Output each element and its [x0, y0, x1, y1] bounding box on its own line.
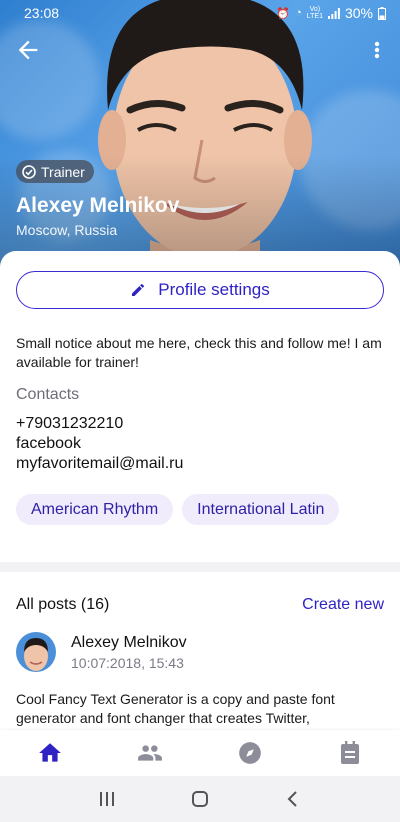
create-new-link[interactable]: Create new [302, 596, 384, 614]
network-indicator: Vo) LTE1 [306, 6, 323, 20]
post-author-name: Alexey Melnikov [71, 633, 187, 651]
tag-chip[interactable]: International Latin [182, 494, 340, 525]
recent-apps-icon [99, 792, 114, 806]
chevron-left-icon [287, 791, 298, 807]
contact-email[interactable]: myfavoritemail@mail.ru [16, 454, 384, 474]
role-badge: Trainer [16, 160, 94, 183]
check-circle-icon [22, 164, 36, 179]
home-square-icon [191, 791, 208, 807]
battery-level: 30% [344, 5, 373, 21]
profile-settings-button[interactable]: Profile settings [16, 271, 384, 309]
nav-home[interactable] [20, 733, 80, 773]
profile-location: Moscow, Russia [16, 222, 118, 238]
contacts-heading: Contacts [16, 386, 80, 403]
home-system-button[interactable] [180, 784, 220, 814]
more-vertical-icon [374, 41, 380, 59]
post-author[interactable]: Alexey Melnikov 10:07:2018, 15:43 [16, 632, 384, 672]
back-system-button[interactable] [273, 784, 313, 814]
people-icon [138, 745, 162, 761]
contact-phone[interactable]: +79031232210 [16, 414, 384, 434]
tag-chip[interactable]: American Rhythm [16, 494, 174, 525]
more-options-button[interactable] [372, 36, 382, 64]
contacts-list: +79031232210 facebook myfavoritemail@mai… [16, 414, 384, 474]
compass-icon [239, 742, 261, 764]
wifi-icon: ◔ [295, 7, 302, 19]
system-navigation-bar [0, 776, 400, 822]
dance-style-tags: American Rhythm International Latin [16, 494, 384, 525]
status-time: 23:08 [24, 5, 60, 21]
post-text: Cool Fancy Text Generator is a copy and … [16, 691, 335, 726]
home-icon [39, 743, 61, 762]
profile-settings-label: Profile settings [158, 280, 270, 299]
back-button[interactable] [14, 36, 42, 64]
posts-section: All posts (16) Create new Alexey Melniko… [0, 572, 400, 738]
alarm-icon: ⏰ [276, 7, 291, 20]
nav-explore[interactable] [220, 733, 280, 773]
status-bar: 23:08 ⏰ ◔ Vo) LTE1 30% [0, 0, 400, 26]
posts-title: All posts (16) [16, 596, 110, 613]
role-badge-label: Trainer [41, 163, 85, 180]
battery-icon [378, 6, 386, 20]
avatar [16, 632, 56, 672]
pencil-icon [132, 283, 145, 296]
profile-card: Profile settings Small notice about me h… [0, 251, 400, 562]
profile-name: Alexey Melnikov [16, 194, 180, 217]
recent-apps-button[interactable] [87, 784, 127, 814]
contact-social[interactable]: facebook [16, 434, 384, 454]
calendar-icon [341, 741, 359, 764]
arrow-left-icon [18, 40, 38, 60]
bottom-navigation [0, 730, 400, 776]
post-date: 10:07:2018, 15:43 [71, 654, 184, 671]
signal-icon [327, 7, 340, 19]
about-text: Small notice about me here, check this a… [16, 335, 382, 370]
nav-schedule[interactable] [320, 733, 380, 773]
nav-people[interactable] [120, 733, 180, 773]
